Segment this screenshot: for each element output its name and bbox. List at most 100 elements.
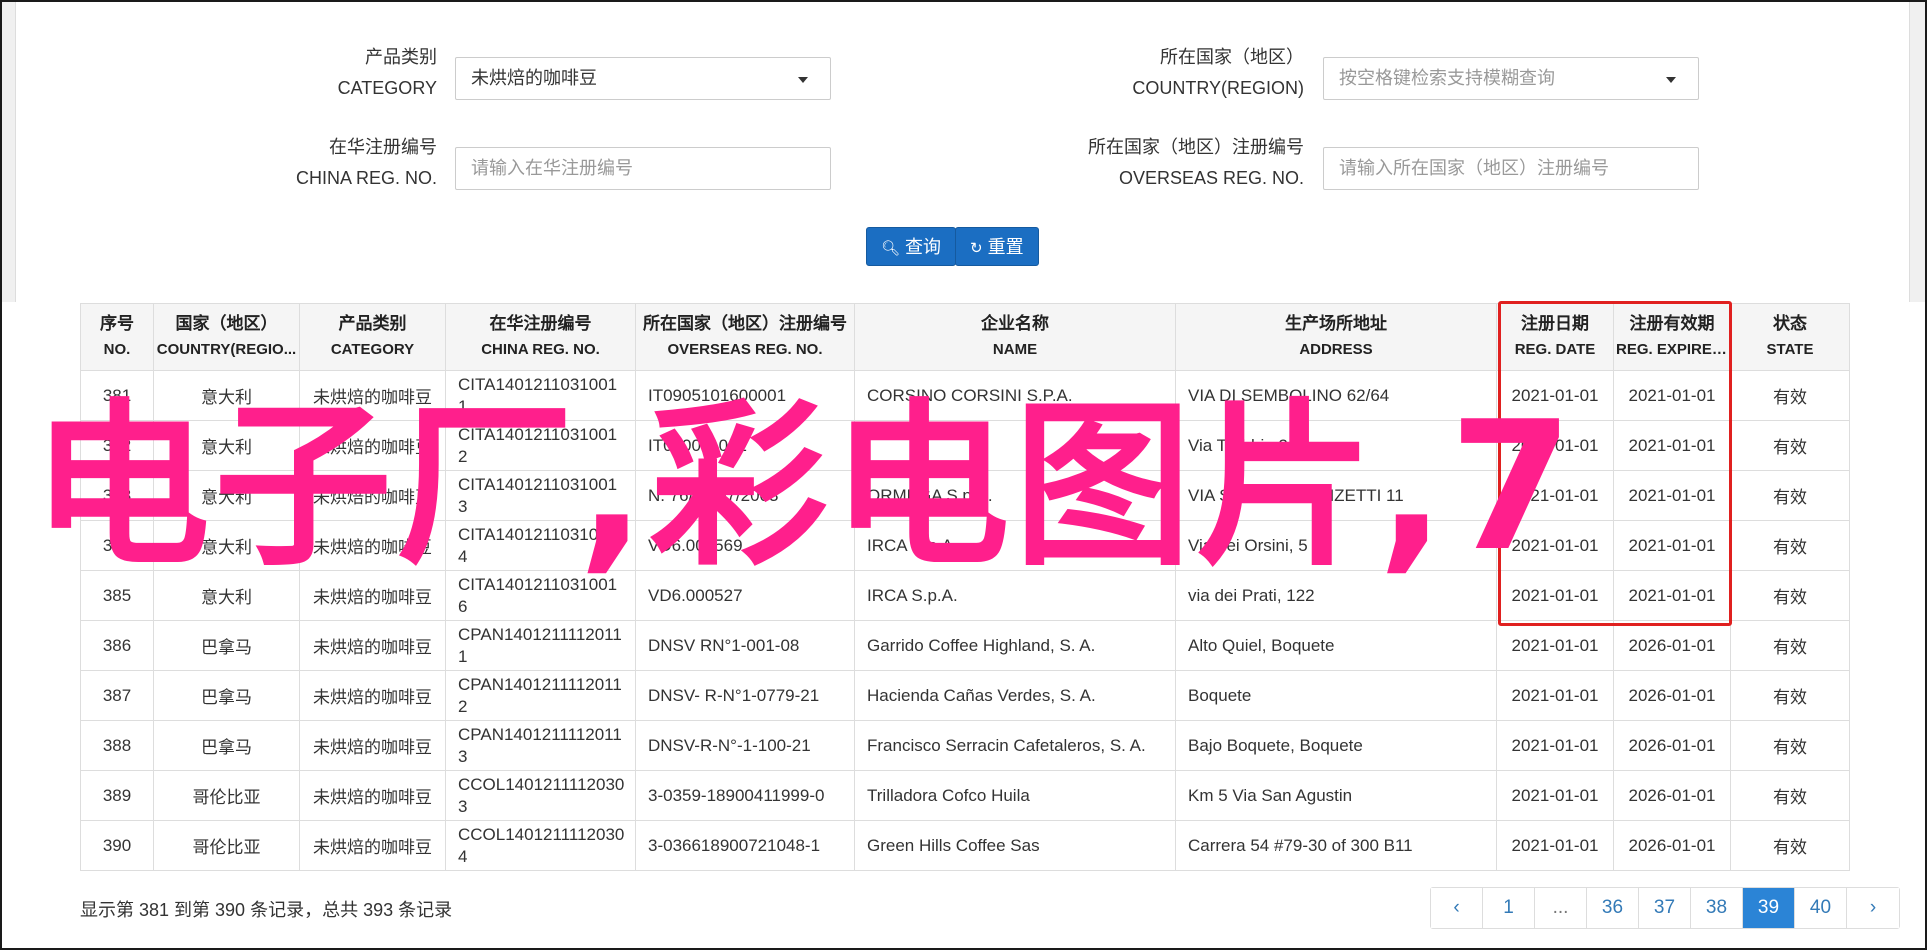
row-number: 386: [80, 620, 154, 671]
table-row[interactable]: 389 哥伦比亚 未烘焙的咖啡豆 CCOL14012111120303 3-0359-1…: [80, 770, 1850, 821]
china-reg-cell: CCOL14012111120303: [445, 770, 636, 821]
china-reg-cell: CITA14012110310016: [445, 570, 636, 621]
category-cell: 未烘焙的咖啡豆: [299, 720, 446, 771]
page-1-button[interactable]: 1: [1483, 888, 1535, 928]
company-name-cell: Garrido Coffee Highland, S. A.: [854, 620, 1176, 671]
overseas-reg-cell: DNSV- R-N°1-0779-21: [635, 670, 855, 721]
state-cell: 有效: [1730, 520, 1850, 571]
category-select[interactable]: 未烘焙的咖啡豆: [455, 57, 831, 100]
search-icon: 🔍︎: [881, 240, 901, 257]
country-cell: 意大利: [153, 520, 300, 571]
table-row[interactable]: 384 意大利 未烘焙的咖啡豆 CITA14012110310014 VD6.00056…: [80, 520, 1850, 571]
table-row[interactable]: 387 巴拿马 未烘焙的咖啡豆 CPAN14012111120112 DNSV- R-N…: [80, 670, 1850, 721]
category-cell: 未烘焙的咖啡豆: [299, 570, 446, 621]
address-cell: via dei Prati, 122: [1175, 570, 1497, 621]
state-cell: 有效: [1730, 770, 1850, 821]
overseas-reg-label: 所在国家（地区）注册编号 OVERSEAS REG. NO.: [1030, 132, 1304, 194]
column-header: 序号 NO.: [80, 303, 154, 371]
overseas-reg-cell: 3-036618900721048-1: [635, 820, 855, 871]
table-row[interactable]: 385 意大利 未烘焙的咖啡豆 CITA14012110310016 VD6.00052…: [80, 570, 1850, 621]
china-reg-input[interactable]: 请输入在华注册编号: [455, 147, 831, 190]
category-cell: 未烘焙的咖啡豆: [299, 520, 446, 571]
column-header-cn: 国家（地区）: [175, 314, 278, 333]
category-cell: 未烘焙的咖啡豆: [299, 420, 446, 471]
reg-expire-cell: 2026-01-01: [1613, 620, 1731, 671]
category-label-cn: 产品类别: [365, 47, 437, 67]
reg-date-cell: 2021-01-01: [1496, 420, 1614, 471]
column-header-cn: 在华注册编号: [489, 314, 592, 333]
company-name-cell: CORSINO CORSINI S.P.A.: [854, 370, 1176, 421]
row-number: 390: [80, 820, 154, 871]
address-cell: Boquete: [1175, 670, 1497, 721]
overseas-reg-cell: VD6.000527: [635, 570, 855, 621]
next-page-button[interactable]: ›: [1847, 888, 1899, 928]
column-header-cn: 企业名称: [981, 314, 1049, 333]
address-cell: Via Trebbia 21: [1175, 420, 1497, 471]
country-cell: 意大利: [153, 570, 300, 621]
category-cell: 未烘焙的咖啡豆: [299, 820, 446, 871]
reg-expire-cell: 2021-01-01: [1613, 570, 1731, 621]
company-name-cell: Hacienda Cañas Verdes, S. A.: [854, 670, 1176, 721]
row-number: 388: [80, 720, 154, 771]
row-number: 385: [80, 570, 154, 621]
page-39-button[interactable]: 39: [1743, 888, 1795, 928]
reg-date-cell: 2021-01-01: [1496, 620, 1614, 671]
page-38-button[interactable]: 38: [1691, 888, 1743, 928]
category-cell: 未烘焙的咖啡豆: [299, 370, 446, 421]
overseas-reg-cell: IT0905101600001: [635, 370, 855, 421]
column-header-en: CHINA REG. NO.: [481, 341, 600, 358]
reg-date-cell: 2021-01-01: [1496, 520, 1614, 571]
country-select-placeholder: 按空格键检索支持模糊查询: [1339, 68, 1555, 88]
column-header: 国家（地区） COUNTRY(REGIO...: [153, 303, 300, 371]
overseas-reg-input[interactable]: 请输入所在国家（地区）注册编号: [1323, 147, 1699, 190]
column-header: 企业名称 NAME: [854, 303, 1176, 371]
column-header-cn: 生产场所地址: [1285, 314, 1387, 333]
state-cell: 有效: [1730, 670, 1850, 721]
category-cell: 未烘焙的咖啡豆: [299, 770, 446, 821]
table-row[interactable]: 382 意大利 未烘焙的咖啡豆 CITA14012110310012 IT0500110…: [80, 420, 1850, 471]
row-number: 381: [80, 370, 154, 421]
country-label-en: COUNTRY(REGION): [1132, 78, 1304, 98]
category-label-en: CATEGORY: [337, 78, 437, 98]
china-reg-cell: CCOL14012111120304: [445, 820, 636, 871]
country-select[interactable]: 按空格键检索支持模糊查询: [1323, 57, 1699, 100]
overseas-reg-placeholder: 请输入所在国家（地区）注册编号: [1339, 158, 1609, 178]
company-name-cell: ORMEGA S.p.A.: [854, 470, 1176, 521]
state-cell: 有效: [1730, 370, 1850, 421]
search-button-label: 查询: [905, 237, 942, 257]
page-37-button[interactable]: 37: [1639, 888, 1691, 928]
column-header-en: NAME: [992, 341, 1038, 358]
table-row[interactable]: 386 巴拿马 未烘焙的咖啡豆 CPAN14012111120111 DNSV RN°1…: [80, 620, 1850, 671]
table-row[interactable]: 383 意大利 未烘焙的咖啡豆 CITA14012110310013 N. 76/09/…: [80, 470, 1850, 521]
right-scrollbar[interactable]: [1909, 2, 1925, 302]
address-cell: Bajo Boquete, Boquete: [1175, 720, 1497, 771]
country-cell: 巴拿马: [153, 620, 300, 671]
reset-button[interactable]: ↻ 重置: [955, 227, 1039, 266]
overseas-reg-cell: IT050011001: [635, 420, 855, 471]
company-name-cell: IRCA S.p.A.: [854, 520, 1176, 571]
category-select-value: 未烘焙的咖啡豆: [471, 68, 597, 88]
page-40-button[interactable]: 40: [1795, 888, 1847, 928]
column-header-en: NO.: [103, 341, 131, 358]
overseas-reg-cell: 3-0359-18900411999-0: [635, 770, 855, 821]
column-header: 注册日期 REG. DATE: [1496, 303, 1614, 371]
reg-expire-cell: 2026-01-01: [1613, 770, 1731, 821]
address-cell: Carrera 54 #79-30 of 300 B11: [1175, 820, 1497, 871]
country-label: 所在国家（地区） COUNTRY(REGION): [1080, 42, 1304, 104]
country-cell: 哥伦比亚: [153, 820, 300, 871]
table-row[interactable]: 388 巴拿马 未烘焙的咖啡豆 CPAN14012111120113 DNSV-R-N°…: [80, 720, 1850, 771]
page-36-button[interactable]: 36: [1587, 888, 1639, 928]
table-row[interactable]: 390 哥伦比亚 未烘焙的咖啡豆 CCOL14012111120304 3-036618…: [80, 820, 1850, 871]
column-header: 在华注册编号 CHINA REG. NO.: [445, 303, 636, 371]
overseas-reg-label-en: OVERSEAS REG. NO.: [1118, 168, 1304, 188]
country-cell: 哥伦比亚: [153, 770, 300, 821]
china-reg-label-en: CHINA REG. NO.: [295, 168, 437, 188]
prev-page-button[interactable]: ‹: [1431, 888, 1483, 928]
overseas-reg-label-cn: 所在国家（地区）注册编号: [1088, 137, 1304, 157]
column-header: 所在国家（地区）注册编号 OVERSEAS REG. NO.: [635, 303, 855, 371]
country-cell: 意大利: [153, 420, 300, 471]
search-button[interactable]: 🔍︎ 查询: [866, 227, 957, 266]
address-cell: VIA SACCO E VANZETTI 11: [1175, 470, 1497, 521]
table-row[interactable]: 381 意大利 未烘焙的咖啡豆 CITA14012110310011 IT0905101…: [80, 370, 1850, 421]
category-cell: 未烘焙的咖啡豆: [299, 670, 446, 721]
